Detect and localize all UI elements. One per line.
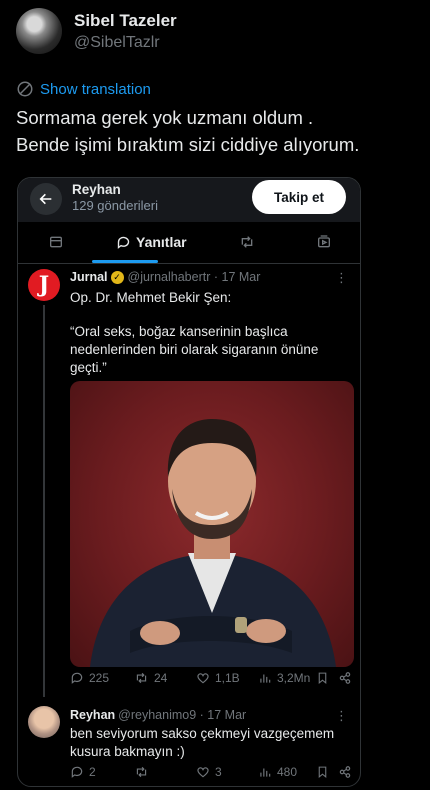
show-translation-link[interactable]: Show translation [16,80,151,98]
author-avatar[interactable] [16,8,62,54]
follow-button: Takip et [252,180,346,214]
posts-tab-icon [48,234,64,250]
view-count: 3,2Mn [258,671,310,685]
show-translation-label: Show translation [40,80,151,98]
views-icon [260,768,271,777]
tweet-text: Sormama gerek yok uzmanı oldum . Bende i… [16,104,416,158]
share-icon [338,671,357,685]
media-tab-icon [316,234,332,250]
posts-count: 129 gönderileri [72,198,159,213]
quoted-line: “Oral seks, boğaz kanserinin başlıca ned… [70,324,319,375]
reply-count: 225 [70,671,109,685]
active-tab-indicator [92,260,158,263]
reply-icon [71,766,83,778]
profile-topbar: Reyhan 129 gönderileri Takip et [18,178,360,222]
thread-line [43,305,45,697]
quoted-author-handle: @jurnalhabertr [127,270,211,284]
views-icon [260,674,271,683]
bookmark-icon [316,765,334,779]
like-count: 1,1B [196,671,240,685]
author-display-name[interactable]: Sibel Tazeler [74,11,177,31]
reply-author-handle: @reyhanimo9 [118,708,197,722]
repost-icon [136,766,147,778]
heart-icon [197,673,209,684]
reply-count: 2 [70,765,96,779]
post-photo-image [70,381,354,667]
repost-icon [136,672,147,684]
heart-icon [197,767,209,778]
tweet-header: Sibel Tazeler @SibelTazlr [16,8,177,54]
tweet-line: Sormama gerek yok uzmanı oldum . [16,107,314,128]
reply-bubble-icon [117,236,130,249]
bookmark-icon [316,671,334,685]
like-count: 3 [196,765,222,779]
reply-author-avatar [28,706,60,738]
jurnal-logo: J [28,269,60,301]
tweet-line: Bende işimi bıraktım sizi ciddiye alıyor… [16,134,360,155]
reply-icon [71,672,83,684]
reply-more-options-icon: ⋮ [335,708,348,723]
profile-name: Reyhan [72,182,121,197]
reply-author-name: Reyhan [70,708,116,722]
view-count: 480 [258,765,297,779]
tab-replies: Yanıtlar [116,234,187,250]
reply-actions: 2 3 480 [70,765,356,785]
repost-count [134,765,154,779]
quoted-post-header: Jurnal ✓ @jurnalhabertr · 17 Mar [70,270,260,284]
reply-date: · 17 Mar [199,708,247,722]
repost-tab-icon [238,234,256,250]
verified-badge-icon: ✓ [110,270,124,284]
author-names: Sibel Tazeler @SibelTazlr [74,11,177,52]
share-icon [338,765,357,779]
quoted-post-actions: 225 24 1,1B 3,2Mn [70,671,356,691]
quoted-post-date: · 17 Mar [213,270,261,284]
back-arrow-icon [30,183,62,215]
author-handle[interactable]: @SibelTazlr [74,34,177,52]
quoted-line: Op. Dr. Mehmet Bekir Şen: [70,290,232,305]
more-options-icon: ⋮ [335,270,348,285]
reply-header: Reyhan @reyhanimo9 · 17 Mar [70,708,246,722]
attached-screenshot[interactable]: Reyhan 129 gönderileri Takip et Yanıtlar… [17,177,361,787]
reply-text: ben seviyorum sakso çekmeyi vazgeçemem k… [70,726,335,759]
portrait-illustration [90,419,336,667]
quoted-post-text: Op. Dr. Mehmet Bekir Şen: “Oral seks, bo… [70,289,352,377]
repost-count: 24 [134,671,167,685]
quoted-author-name: Jurnal [70,270,108,284]
translate-icon [17,81,33,97]
profile-tabs: Yanıtlar [18,224,360,264]
